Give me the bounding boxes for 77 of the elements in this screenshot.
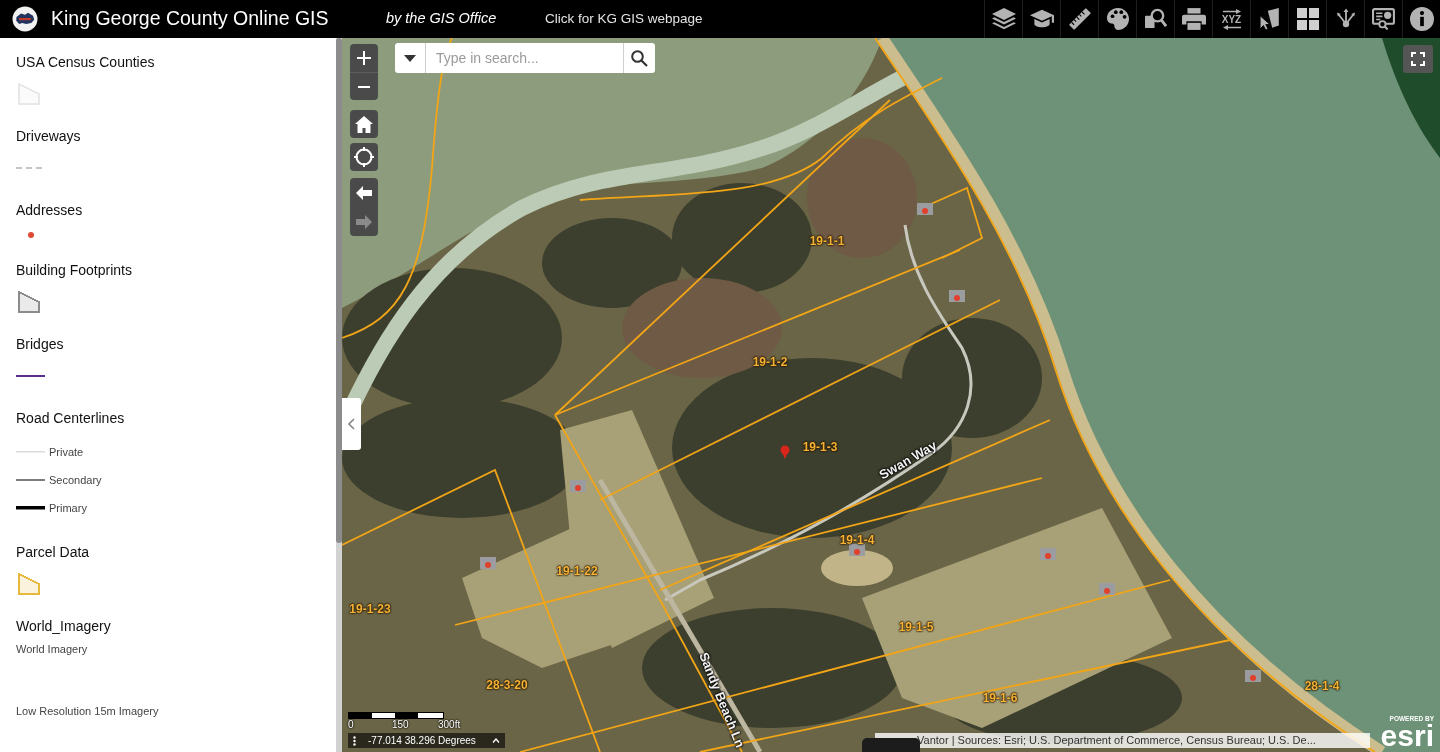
- parcel-label: 19-1-3: [802, 441, 838, 453]
- arrow-left-icon: [1221, 24, 1242, 30]
- legend-label: Private: [49, 444, 84, 460]
- info-icon: [1409, 7, 1434, 31]
- printer-icon: [1181, 8, 1206, 30]
- legend-title: Driveways: [16, 127, 81, 146]
- house-icon: [480, 557, 496, 569]
- search-button[interactable]: [623, 43, 655, 73]
- house-icon: [917, 203, 933, 215]
- parcel-label: 28-3-20: [486, 679, 528, 691]
- logo-icon: [12, 6, 38, 32]
- parcel-label: 19-1-2: [752, 356, 788, 368]
- legend-title: Road Centerlines: [16, 409, 125, 428]
- road-label: Sandy Beach Ln: [697, 650, 747, 750]
- graduation-cap-icon: [1029, 9, 1054, 29]
- parcel-label: 19-1-23: [349, 603, 391, 615]
- coordinates-readout: -77.014 38.296 Degrees: [368, 734, 476, 748]
- scale-label: 150: [392, 719, 410, 731]
- layers-icon: [991, 8, 1016, 30]
- parcel-label: 28-1-4: [1304, 680, 1340, 692]
- zoom-in-button[interactable]: [350, 44, 378, 72]
- legend-title: Bridges: [16, 335, 64, 354]
- search-scope-button[interactable]: [395, 43, 426, 73]
- expand-icon: [1411, 52, 1425, 66]
- pin-icon: [780, 445, 790, 459]
- house-icon: [949, 290, 965, 302]
- caret-up-icon[interactable]: [492, 738, 500, 743]
- back-button[interactable]: [350, 178, 378, 207]
- caret-down-icon: [404, 54, 416, 62]
- monitor-chart-icon: [1371, 8, 1396, 30]
- arrow-right-icon: [1221, 8, 1242, 14]
- legend-title: USA Census Counties: [16, 53, 155, 72]
- parcel-label: 19-1-22: [556, 565, 598, 577]
- search-input[interactable]: Type in search...: [426, 43, 623, 73]
- parcel-label: 19-1-1: [809, 235, 845, 247]
- gis-webpage-link[interactable]: Click for KG GIS webpage: [545, 8, 703, 30]
- legend-title: Building Footprints: [16, 261, 132, 280]
- legend-note: World Imagery: [16, 642, 88, 657]
- more-icon[interactable]: [353, 735, 356, 746]
- scale-label: 0: [348, 719, 355, 731]
- legend-title: World_Imagery: [16, 617, 111, 636]
- house-icon: [570, 480, 586, 492]
- locate-button[interactable]: [350, 143, 378, 171]
- zoom-out-button[interactable]: [350, 72, 378, 100]
- logo-text: esri: [1380, 723, 1434, 749]
- road-label: Swan Way: [877, 438, 939, 482]
- parcel-label: 19-1-5: [898, 621, 934, 633]
- site-title: King George County Online GIS: [51, 6, 330, 32]
- attribution-text: Vantor | Sources: Esri; U.S. Department of Commerce, Census Bureau; U.S. De...: [917, 733, 1316, 748]
- legend-title: Parcel Data: [16, 543, 90, 562]
- scale-label: 300ft: [438, 719, 461, 731]
- house-icon: [1040, 548, 1056, 560]
- grid-icon: [1296, 8, 1319, 30]
- parcel-label: 19-1-4: [839, 534, 875, 546]
- legend-note: Low Resolution 15m Imagery: [16, 704, 159, 719]
- branching-arrows-icon: [1334, 8, 1357, 30]
- legend-label: Secondary: [49, 472, 102, 488]
- document-search-icon: [1144, 8, 1167, 30]
- home-button[interactable]: [350, 110, 378, 138]
- search-icon: [631, 49, 648, 67]
- fullscreen-button[interactable]: [1403, 45, 1433, 73]
- palette-icon: [1106, 8, 1129, 30]
- home-icon: [355, 115, 373, 133]
- site-subtitle: by the GIS Office: [386, 9, 498, 29]
- cursor-map-icon: [1258, 8, 1281, 30]
- parcel-label: 19-1-6: [982, 692, 1018, 704]
- house-icon: [1099, 583, 1115, 595]
- locate-icon: [354, 147, 374, 167]
- house-icon: [849, 544, 865, 556]
- legend-label: Primary: [49, 500, 87, 516]
- clearing-area: [821, 550, 893, 586]
- minus-icon: [358, 85, 370, 88]
- plus-icon: [357, 51, 371, 65]
- scrollbar-thumb[interactable]: [336, 38, 342, 543]
- legend-title: Addresses: [16, 201, 83, 220]
- house-icon: [1245, 670, 1261, 682]
- chevron-left-icon: [348, 418, 355, 430]
